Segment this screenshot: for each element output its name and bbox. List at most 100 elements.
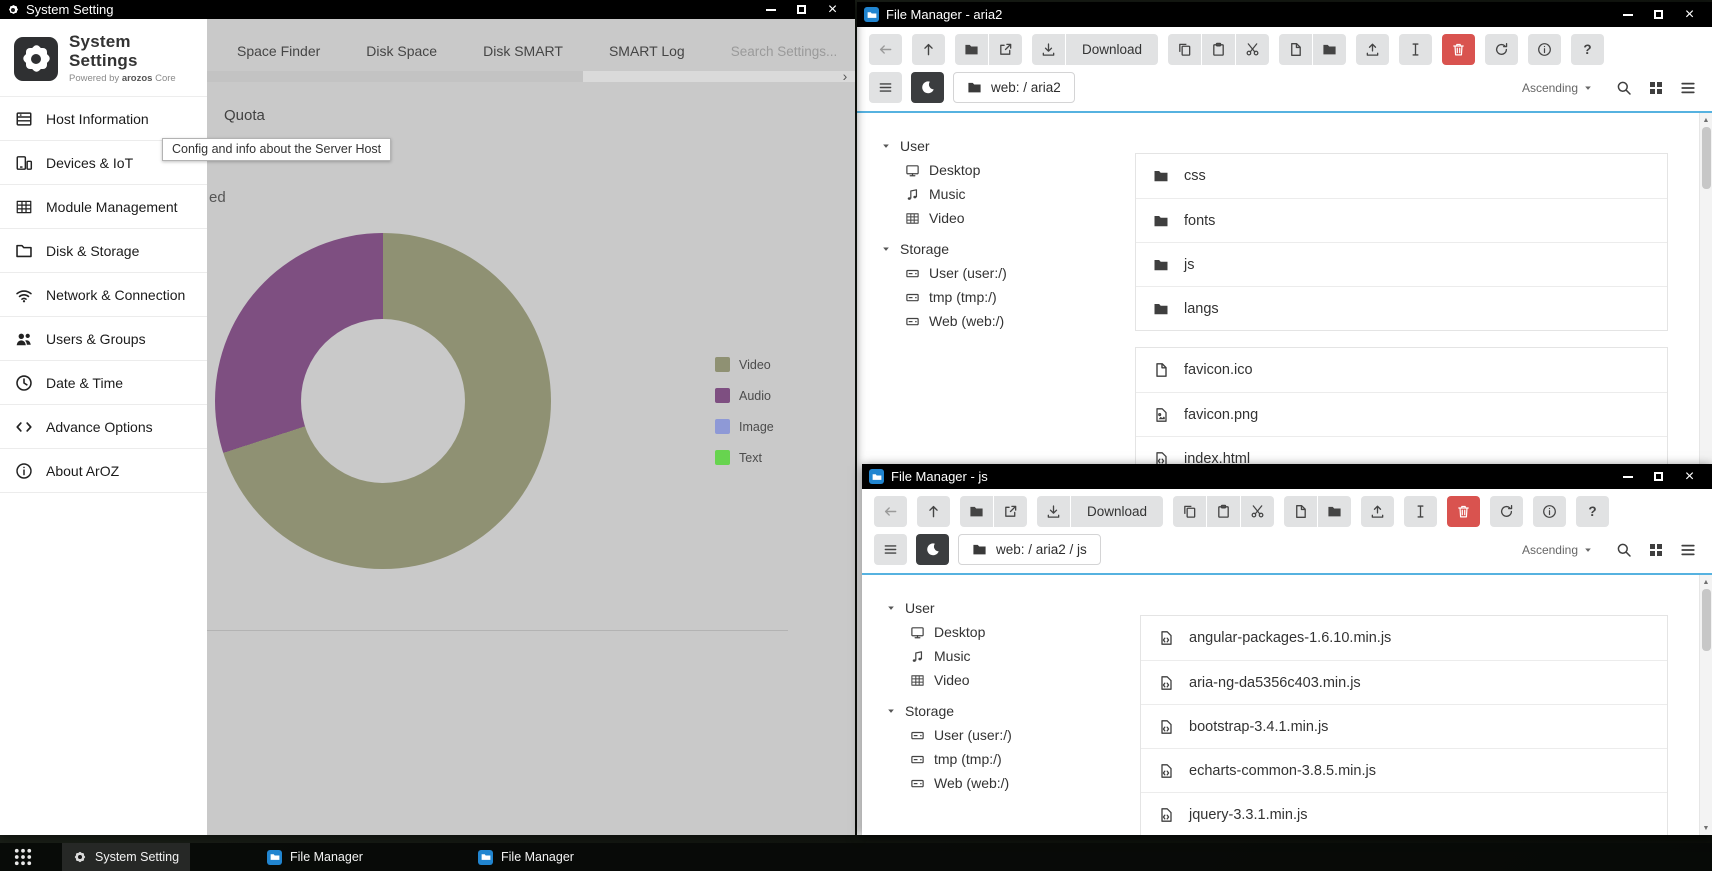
sidebar-item-disk-storage[interactable]: Disk & Storage: [0, 229, 207, 273]
menu-button[interactable]: [869, 72, 902, 103]
folder-row[interactable]: langs: [1136, 286, 1667, 330]
new-folder-button[interactable]: [1318, 496, 1351, 527]
tree-item-user-drive[interactable]: User (user:/): [886, 723, 1130, 747]
sidebar-item-users-groups[interactable]: Users & Groups: [0, 317, 207, 361]
tab-space-finder[interactable]: Space Finder: [237, 43, 320, 59]
close-button[interactable]: ×: [817, 0, 848, 19]
scroll-down-icon[interactable]: ▼: [1700, 822, 1712, 834]
sidebar-item-date-time[interactable]: Date & Time: [0, 361, 207, 405]
tabs-scroll-right-button[interactable]: ›: [837, 68, 853, 84]
scroll-up-icon[interactable]: ▲: [1700, 114, 1712, 126]
help-button[interactable]: ?: [1571, 34, 1604, 65]
minimize-button[interactable]: [1612, 464, 1643, 489]
tree-item-music[interactable]: Music: [881, 182, 1125, 206]
dark-mode-button[interactable]: [911, 72, 944, 103]
folder-row[interactable]: js: [1136, 242, 1667, 286]
maximize-button[interactable]: [1643, 464, 1674, 489]
tree-item-desktop[interactable]: Desktop: [881, 158, 1125, 182]
list-view-button[interactable]: [1680, 542, 1696, 558]
tabs-scrollbar-thumb[interactable]: [207, 71, 583, 82]
upload-button[interactable]: [1361, 496, 1394, 527]
rename-button[interactable]: [1404, 496, 1437, 527]
delete-button[interactable]: [1447, 496, 1480, 527]
file-manager-titlebar[interactable]: File Manager - js ×: [862, 464, 1712, 489]
folder-row[interactable]: fonts: [1136, 198, 1667, 242]
minimize-button[interactable]: [755, 0, 786, 19]
download-icon-button[interactable]: [1037, 496, 1070, 527]
maximize-button[interactable]: [1643, 2, 1674, 27]
search-button[interactable]: [1616, 80, 1632, 96]
file-row[interactable]: aria-ng-da5356c403.min.js: [1141, 660, 1667, 704]
settings-search-input[interactable]: [731, 44, 855, 59]
up-button[interactable]: [917, 496, 950, 527]
delete-button[interactable]: [1442, 34, 1475, 65]
close-button[interactable]: ×: [1674, 464, 1705, 489]
file-row[interactable]: angular-packages-1.6.10.min.js: [1141, 616, 1667, 660]
tree-item-tmp-drive[interactable]: tmp (tmp:/): [886, 747, 1130, 771]
sidebar-item-host-information[interactable]: Host Information: [0, 97, 207, 141]
breadcrumb[interactable]: web: / aria2 / js: [958, 534, 1101, 565]
tab-smart-log[interactable]: SMART Log: [609, 43, 685, 59]
folder-row[interactable]: css: [1136, 154, 1667, 198]
menu-button[interactable]: [874, 534, 907, 565]
tree-item-video[interactable]: Video: [881, 206, 1125, 230]
sidebar-item-about-aroz[interactable]: About ArOZ: [0, 449, 207, 493]
sidebar-item-network-connection[interactable]: Network & Connection: [0, 273, 207, 317]
cut-button[interactable]: [1241, 496, 1274, 527]
close-button[interactable]: ×: [1674, 2, 1705, 27]
refresh-button[interactable]: [1485, 34, 1518, 65]
open-external-button[interactable]: [994, 496, 1027, 527]
copy-button[interactable]: [1168, 34, 1201, 65]
tree-section-storage[interactable]: Storage: [881, 236, 1125, 261]
taskbar-item-file-manager-1[interactable]: File Manager: [256, 843, 374, 871]
paste-button[interactable]: [1202, 34, 1235, 65]
refresh-button[interactable]: [1490, 496, 1523, 527]
back-button[interactable]: [874, 496, 907, 527]
upload-button[interactable]: [1356, 34, 1389, 65]
download-button[interactable]: Download: [1071, 496, 1163, 527]
cut-button[interactable]: [1236, 34, 1269, 65]
file-row[interactable]: favicon.png: [1136, 392, 1667, 436]
breadcrumb[interactable]: web: / aria2: [953, 72, 1075, 103]
copy-button[interactable]: [1173, 496, 1206, 527]
paste-button[interactable]: [1207, 496, 1240, 527]
tree-section-user[interactable]: User: [886, 595, 1130, 620]
dark-mode-button[interactable]: [916, 534, 949, 565]
back-button[interactable]: [869, 34, 902, 65]
open-external-button[interactable]: [989, 34, 1022, 65]
minimize-button[interactable]: [1612, 2, 1643, 27]
info-button[interactable]: [1528, 34, 1561, 65]
tab-disk-smart[interactable]: Disk SMART: [483, 43, 563, 59]
grid-view-button[interactable]: [1648, 80, 1664, 96]
open-folder-button[interactable]: [955, 34, 988, 65]
open-folder-button[interactable]: [960, 496, 993, 527]
new-folder-button[interactable]: [1313, 34, 1346, 65]
new-file-button[interactable]: [1279, 34, 1312, 65]
maximize-button[interactable]: [786, 0, 817, 19]
sort-order-dropdown[interactable]: Ascending: [1522, 543, 1593, 557]
sidebar-item-module-management[interactable]: Module Management: [0, 185, 207, 229]
download-icon-button[interactable]: [1032, 34, 1065, 65]
tab-disk-space[interactable]: Disk Space: [366, 43, 437, 59]
search-button[interactable]: [1616, 542, 1632, 558]
tree-section-storage[interactable]: Storage: [886, 698, 1130, 723]
rename-button[interactable]: [1399, 34, 1432, 65]
scrollbar-thumb[interactable]: [1702, 127, 1711, 189]
taskbar-item-file-manager-2[interactable]: File Manager: [467, 843, 585, 871]
tree-item-user-drive[interactable]: User (user:/): [881, 261, 1125, 285]
help-button[interactable]: ?: [1576, 496, 1609, 527]
scroll-up-icon[interactable]: ▲: [1700, 576, 1712, 588]
tree-item-music[interactable]: Music: [886, 644, 1130, 668]
scrollbar[interactable]: ▲ ▼: [1699, 575, 1712, 835]
grid-view-button[interactable]: [1648, 542, 1664, 558]
tree-item-tmp-drive[interactable]: tmp (tmp:/): [881, 285, 1125, 309]
up-button[interactable]: [912, 34, 945, 65]
list-view-button[interactable]: [1680, 80, 1696, 96]
info-button[interactable]: [1533, 496, 1566, 527]
sidebar-item-advance-options[interactable]: Advance Options: [0, 405, 207, 449]
file-row[interactable]: jquery-3.3.1.min.js: [1141, 792, 1667, 835]
sort-order-dropdown[interactable]: Ascending: [1522, 81, 1593, 95]
tree-item-web-drive[interactable]: Web (web:/): [886, 771, 1130, 795]
file-row[interactable]: favicon.ico: [1136, 348, 1667, 392]
tree-item-video[interactable]: Video: [886, 668, 1130, 692]
